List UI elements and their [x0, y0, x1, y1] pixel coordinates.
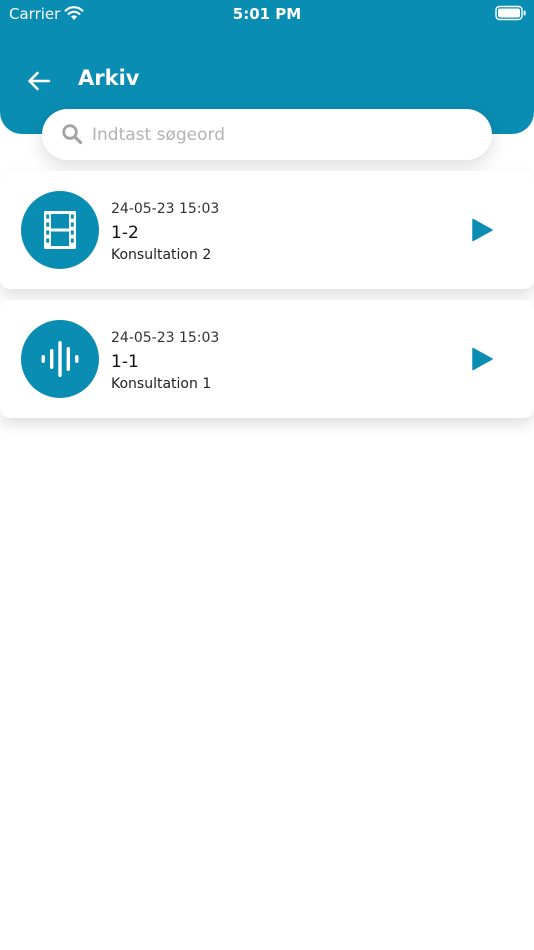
film-icon [44, 211, 76, 249]
recording-type-avatar [21, 320, 99, 398]
recording-title: 1-1 [111, 352, 139, 372]
recording-card[interactable]: 24-05-23 15:03 1-1 Konsultation 1 [0, 300, 534, 418]
search-bar[interactable] [42, 109, 492, 160]
recording-title: 1-2 [111, 223, 139, 243]
status-bar: Carrier 5:01 PM [0, 0, 534, 28]
play-icon[interactable] [470, 347, 494, 371]
search-icon [62, 124, 83, 145]
audio-wave-icon [41, 341, 79, 377]
recording-date: 24-05-23 15:03 [111, 201, 220, 217]
clock: 5:01 PM [232, 5, 302, 23]
recording-subtitle: Konsultation 2 [111, 247, 212, 263]
back-arrow-icon[interactable] [26, 68, 52, 94]
play-icon[interactable] [470, 218, 494, 242]
search-input[interactable] [92, 117, 472, 153]
recording-subtitle: Konsultation 1 [111, 376, 212, 392]
recording-date: 24-05-23 15:03 [111, 330, 220, 346]
page-title: Arkiv [78, 66, 140, 90]
recording-card[interactable]: 24-05-23 15:03 1-2 Konsultation 2 [0, 171, 534, 289]
archive-screen: Carrier 5:01 PM Arkiv Indtast søgeord 24… [0, 0, 534, 950]
battery-icon [495, 5, 526, 21]
recording-type-avatar [21, 191, 99, 269]
